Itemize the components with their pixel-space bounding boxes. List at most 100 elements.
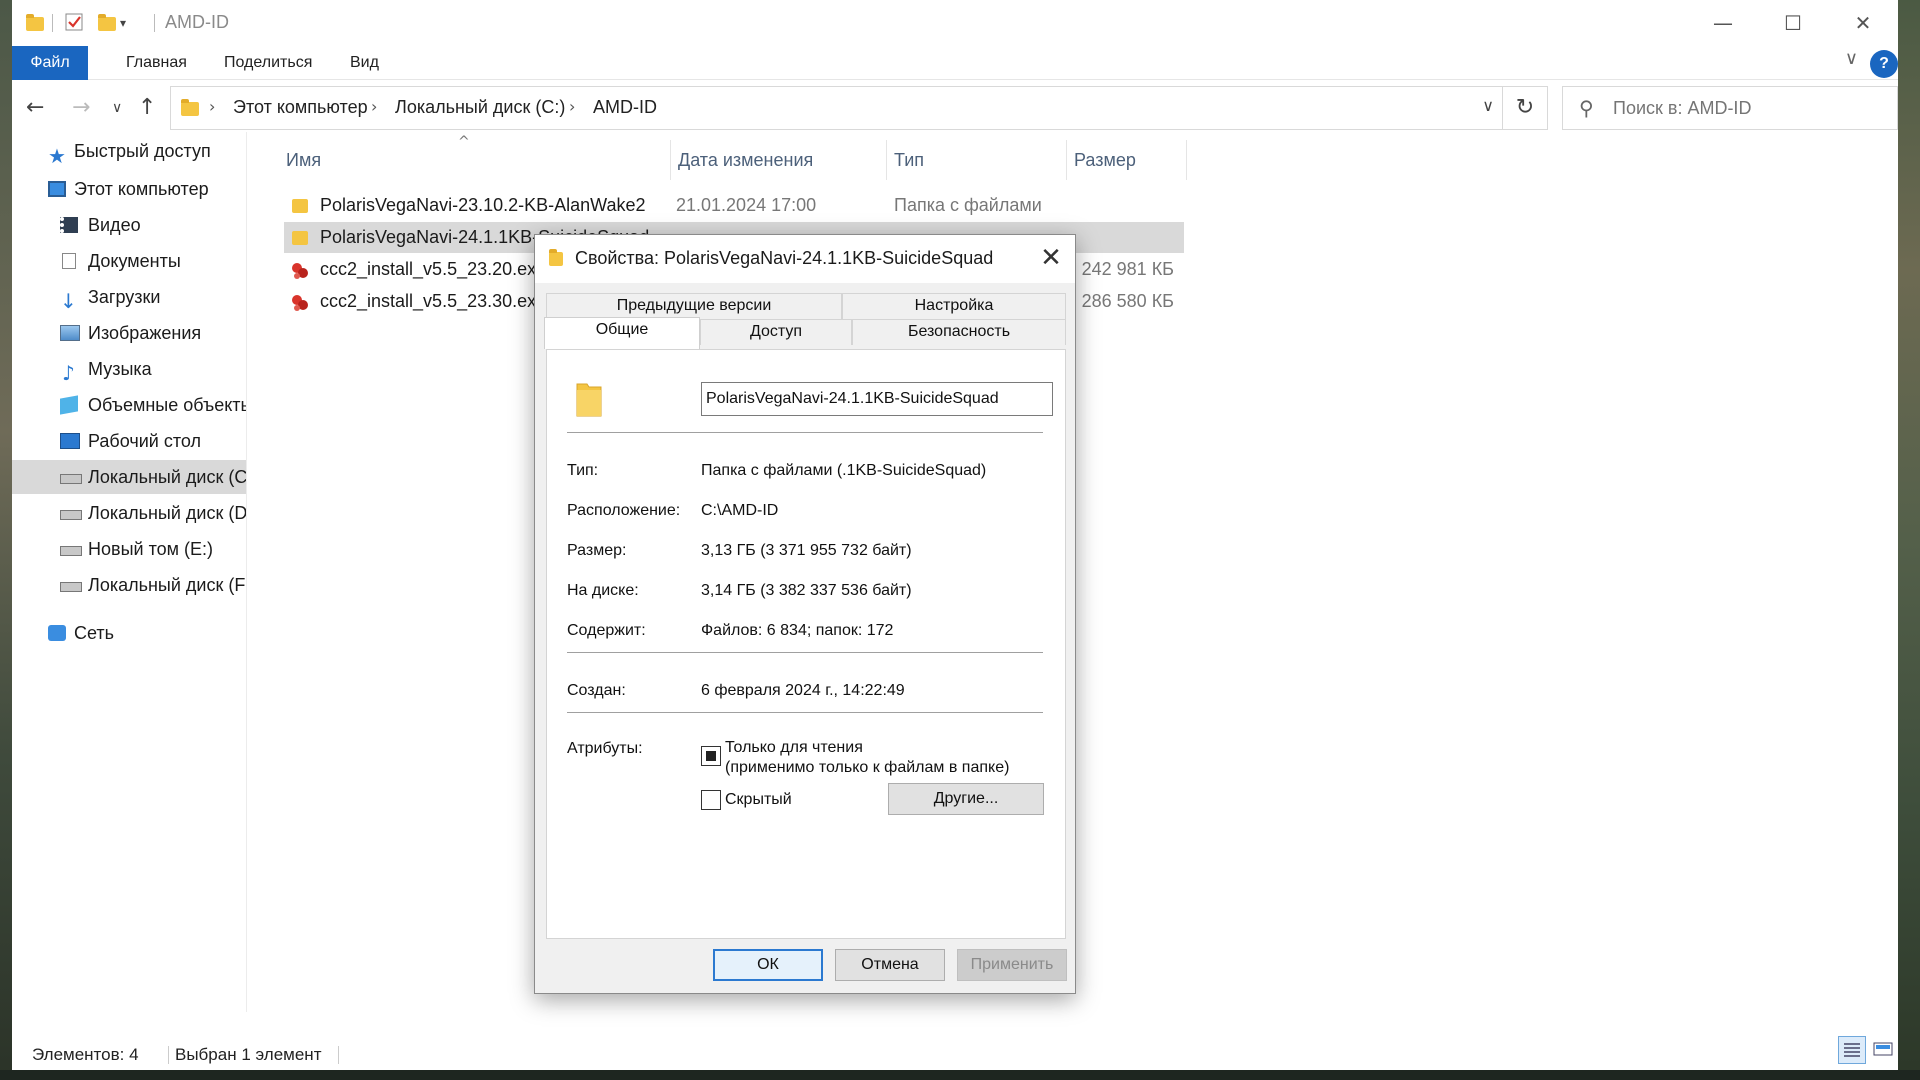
readonly-label: Только для чтения	[725, 739, 863, 756]
title-bar: ▾ AMD-ID — ☐ ✕	[12, 0, 1898, 46]
hidden-checkbox[interactable]	[701, 790, 721, 810]
created-label: Создан:	[567, 682, 626, 699]
sidebar-item-label: Быстрый доступ	[74, 141, 211, 161]
tab-sharing[interactable]: Доступ	[700, 319, 852, 345]
help-icon[interactable]: ?	[1870, 50, 1898, 78]
file-type: Папка с файлами	[894, 195, 1042, 215]
sidebar-item-drive-e[interactable]: Новый том (E:)	[12, 532, 246, 566]
sidebar-item-quick-access[interactable]: ★ Быстрый доступ	[12, 134, 246, 168]
sidebar-item-network[interactable]: Сеть	[12, 616, 246, 650]
desktop-background-left	[0, 0, 12, 1080]
address-history-dropdown-icon[interactable]: ∨	[1482, 96, 1494, 115]
downloads-icon: ↓	[60, 289, 77, 313]
file-row[interactable]: PolarisVegaNavi-23.10.2-KB-AlanWake2 21.…	[284, 190, 1184, 221]
forward-button[interactable]: →	[72, 92, 90, 124]
search-input[interactable]	[1613, 87, 1893, 129]
column-header-name[interactable]: Имя	[280, 140, 598, 180]
breadcrumb-separator[interactable]: ›	[569, 97, 575, 116]
column-divider[interactable]	[1066, 140, 1067, 180]
breadcrumb-separator[interactable]: ›	[371, 97, 377, 116]
column-divider[interactable]	[670, 140, 671, 180]
expand-ribbon-icon[interactable]: ∨	[1845, 48, 1858, 69]
large-icons-view-button[interactable]	[1870, 1036, 1898, 1064]
search-icon: ⚲	[1579, 96, 1594, 120]
sidebar-item-downloads[interactable]: ↓ Загрузки	[12, 280, 246, 314]
tab-general[interactable]: Общие	[544, 317, 700, 349]
sidebar-item-desktop[interactable]: Рабочий стол	[12, 424, 246, 458]
breadcrumb-amd-id[interactable]: AMD-ID	[593, 97, 657, 118]
refresh-button[interactable]: ↻	[1502, 86, 1548, 130]
properties-check-icon[interactable]	[64, 12, 86, 34]
advanced-attributes-button[interactable]: Другие...	[888, 783, 1044, 815]
ok-button[interactable]: ОК	[713, 949, 823, 981]
column-divider[interactable]	[1186, 140, 1187, 180]
breadcrumb-separator: ›	[209, 97, 216, 116]
selection-count: Выбран 1 элемент	[175, 1045, 322, 1064]
sidebar-item-documents[interactable]: Документы	[12, 244, 246, 278]
divider	[567, 432, 1043, 433]
new-folder-icon[interactable]	[96, 12, 116, 34]
3d-objects-icon	[60, 395, 78, 415]
sidebar-item-video[interactable]: Видео	[12, 208, 246, 242]
dialog-close-button[interactable]: ✕	[1027, 235, 1075, 283]
sidebar-item-label: Музыка	[88, 359, 152, 379]
music-icon: ♪	[62, 361, 75, 385]
up-button[interactable]: ↑	[138, 92, 156, 124]
cancel-button[interactable]: Отмена	[835, 949, 945, 981]
star-icon: ★	[48, 144, 66, 168]
column-divider[interactable]	[886, 140, 887, 180]
tab-share[interactable]: Поделиться	[206, 46, 330, 80]
desktop-background-right	[1898, 0, 1920, 1080]
dialog-title-bar[interactable]: Свойства: PolarisVegaNavi-24.1.1KB-Suici…	[535, 235, 1075, 283]
readonly-checkbox[interactable]	[701, 746, 721, 766]
column-header-type[interactable]: Тип	[888, 140, 1048, 180]
breadcrumb-drive-c[interactable]: Локальный диск (C:)	[395, 97, 565, 118]
status-bar: Элементов: 4 Выбран 1 элемент	[12, 1040, 1898, 1070]
back-button[interactable]: ←	[26, 92, 44, 124]
tab-home[interactable]: Главная	[108, 46, 205, 80]
sidebar-item-this-pc[interactable]: Этот компьютер	[12, 172, 246, 206]
location-label: Расположение:	[567, 502, 681, 519]
folder-name-field[interactable]	[701, 382, 1053, 416]
sidebar-item-drive-f[interactable]: Локальный диск (F:)	[12, 568, 246, 602]
column-header-size[interactable]: Размер	[1068, 140, 1228, 180]
tab-security[interactable]: Безопасность	[852, 319, 1066, 345]
folder-icon	[292, 199, 308, 213]
explorer-window: ▾ AMD-ID — ☐ ✕ Файл Главная Поделиться В…	[12, 0, 1898, 1070]
column-header-date[interactable]: Дата изменения	[672, 140, 882, 180]
tab-file[interactable]: Файл	[12, 46, 88, 80]
breadcrumb-this-pc[interactable]: Этот компьютер	[233, 97, 368, 118]
video-icon	[60, 217, 78, 233]
title-separator	[154, 14, 155, 32]
computer-icon	[48, 181, 66, 197]
tab-previous-versions[interactable]: Предыдущие версии	[546, 293, 842, 319]
recent-locations-button[interactable]: ∨	[112, 92, 122, 124]
customize-toolbar-dropdown-icon[interactable]: ▾	[120, 12, 136, 34]
sidebar-item-3d-objects[interactable]: Объемные объекты	[12, 388, 246, 422]
documents-icon	[62, 253, 76, 269]
sidebar-item-label: Видео	[88, 215, 141, 235]
folder-icon	[292, 231, 308, 245]
tab-customize[interactable]: Настройка	[842, 293, 1066, 319]
amd-installer-icon	[290, 292, 310, 312]
details-view-button[interactable]	[1838, 1036, 1866, 1064]
close-button[interactable]: ✕	[1828, 0, 1898, 46]
search-box[interactable]: ⚲	[1562, 86, 1898, 130]
sidebar-item-music[interactable]: ♪ Музыка	[12, 352, 246, 386]
navigation-bar: ← → ∨ ↑ › Этот компьютер › Локальный дис…	[12, 84, 1898, 132]
drive-icon	[60, 546, 82, 556]
maximize-button[interactable]: ☐	[1758, 0, 1828, 46]
sidebar-item-pictures[interactable]: Изображения	[12, 316, 246, 350]
sidebar-item-label: Объемные объекты	[88, 395, 246, 415]
sidebar-item-drive-c[interactable]: Локальный диск (C:)	[12, 460, 246, 494]
minimize-button[interactable]: —	[1688, 0, 1758, 46]
sidebar-item-drive-d[interactable]: Локальный диск (D:)	[12, 496, 246, 530]
pane-splitter[interactable]	[246, 132, 247, 1012]
tab-view[interactable]: Вид	[332, 46, 397, 80]
apply-button[interactable]: Применить	[957, 949, 1067, 981]
address-bar[interactable]: › Этот компьютер › Локальный диск (C:) ›…	[170, 86, 1503, 130]
sidebar-item-label: Этот компьютер	[74, 179, 209, 199]
quick-access-folder-icon[interactable]	[24, 12, 44, 34]
file-name: PolarisVegaNavi-23.10.2-KB-AlanWake2	[320, 195, 646, 215]
title-separator	[52, 14, 53, 32]
